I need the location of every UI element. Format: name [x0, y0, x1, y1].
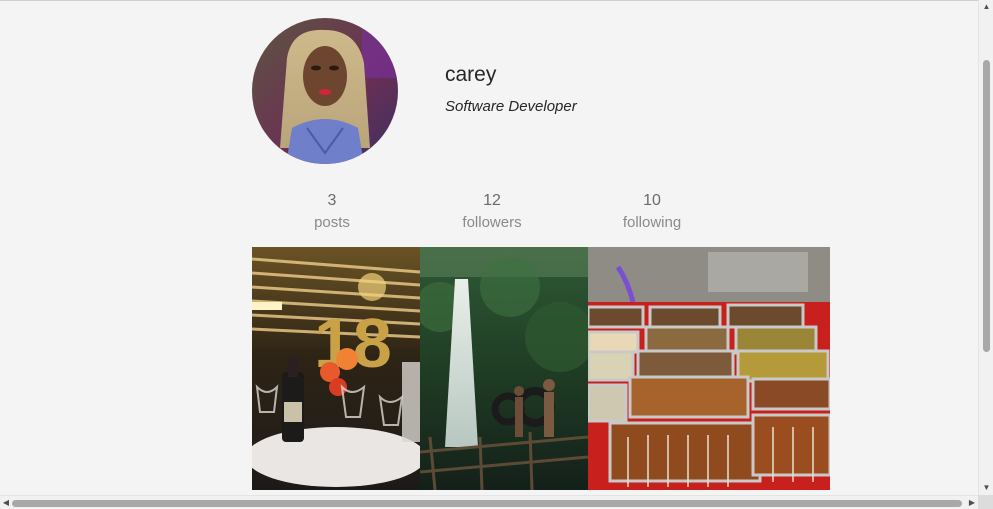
- scroll-right-arrow-icon[interactable]: ▶: [966, 496, 978, 509]
- horizontal-scrollbar[interactable]: ◀ ▶: [0, 495, 978, 509]
- stat-followers[interactable]: 12 followers: [412, 192, 572, 232]
- avatar[interactable]: [252, 18, 398, 164]
- photo-post-1[interactable]: 18: [252, 247, 420, 490]
- stat-followers-label: followers: [462, 214, 522, 231]
- stat-posts-label: posts: [314, 214, 350, 231]
- stat-posts-count: 3: [327, 192, 337, 209]
- window-top-border: [0, 0, 993, 1]
- stat-following-label: following: [622, 214, 682, 231]
- horizontal-scroll-thumb[interactable]: [12, 500, 962, 507]
- stat-posts[interactable]: 3 posts: [252, 192, 412, 232]
- profile-username: carey: [445, 63, 497, 86]
- photo-grid: 18: [252, 247, 830, 490]
- scroll-down-arrow-icon[interactable]: ▼: [979, 481, 993, 495]
- scroll-left-arrow-icon[interactable]: ◀: [0, 496, 12, 509]
- street-food-photo-icon: [588, 247, 830, 490]
- waterfall-photo-icon: [420, 247, 588, 490]
- vertical-scroll-thumb[interactable]: [983, 60, 990, 352]
- stat-following[interactable]: 10 following: [572, 192, 732, 232]
- stat-following-count: 10: [643, 192, 661, 209]
- scrollbar-corner: [978, 495, 993, 509]
- photo-post-3[interactable]: [588, 247, 830, 490]
- birthday-party-photo-icon: 18: [252, 247, 420, 490]
- avatar-photo-icon: [252, 18, 398, 164]
- scroll-up-arrow-icon[interactable]: ▲: [979, 0, 993, 14]
- stat-followers-count: 12: [483, 192, 501, 209]
- photo-post-2[interactable]: [420, 247, 588, 490]
- profile-stats: 3 posts 12 followers 10 following: [252, 192, 732, 236]
- profile-bio: Software Developer: [445, 98, 577, 115]
- vertical-scrollbar[interactable]: ▲ ▼: [978, 0, 993, 495]
